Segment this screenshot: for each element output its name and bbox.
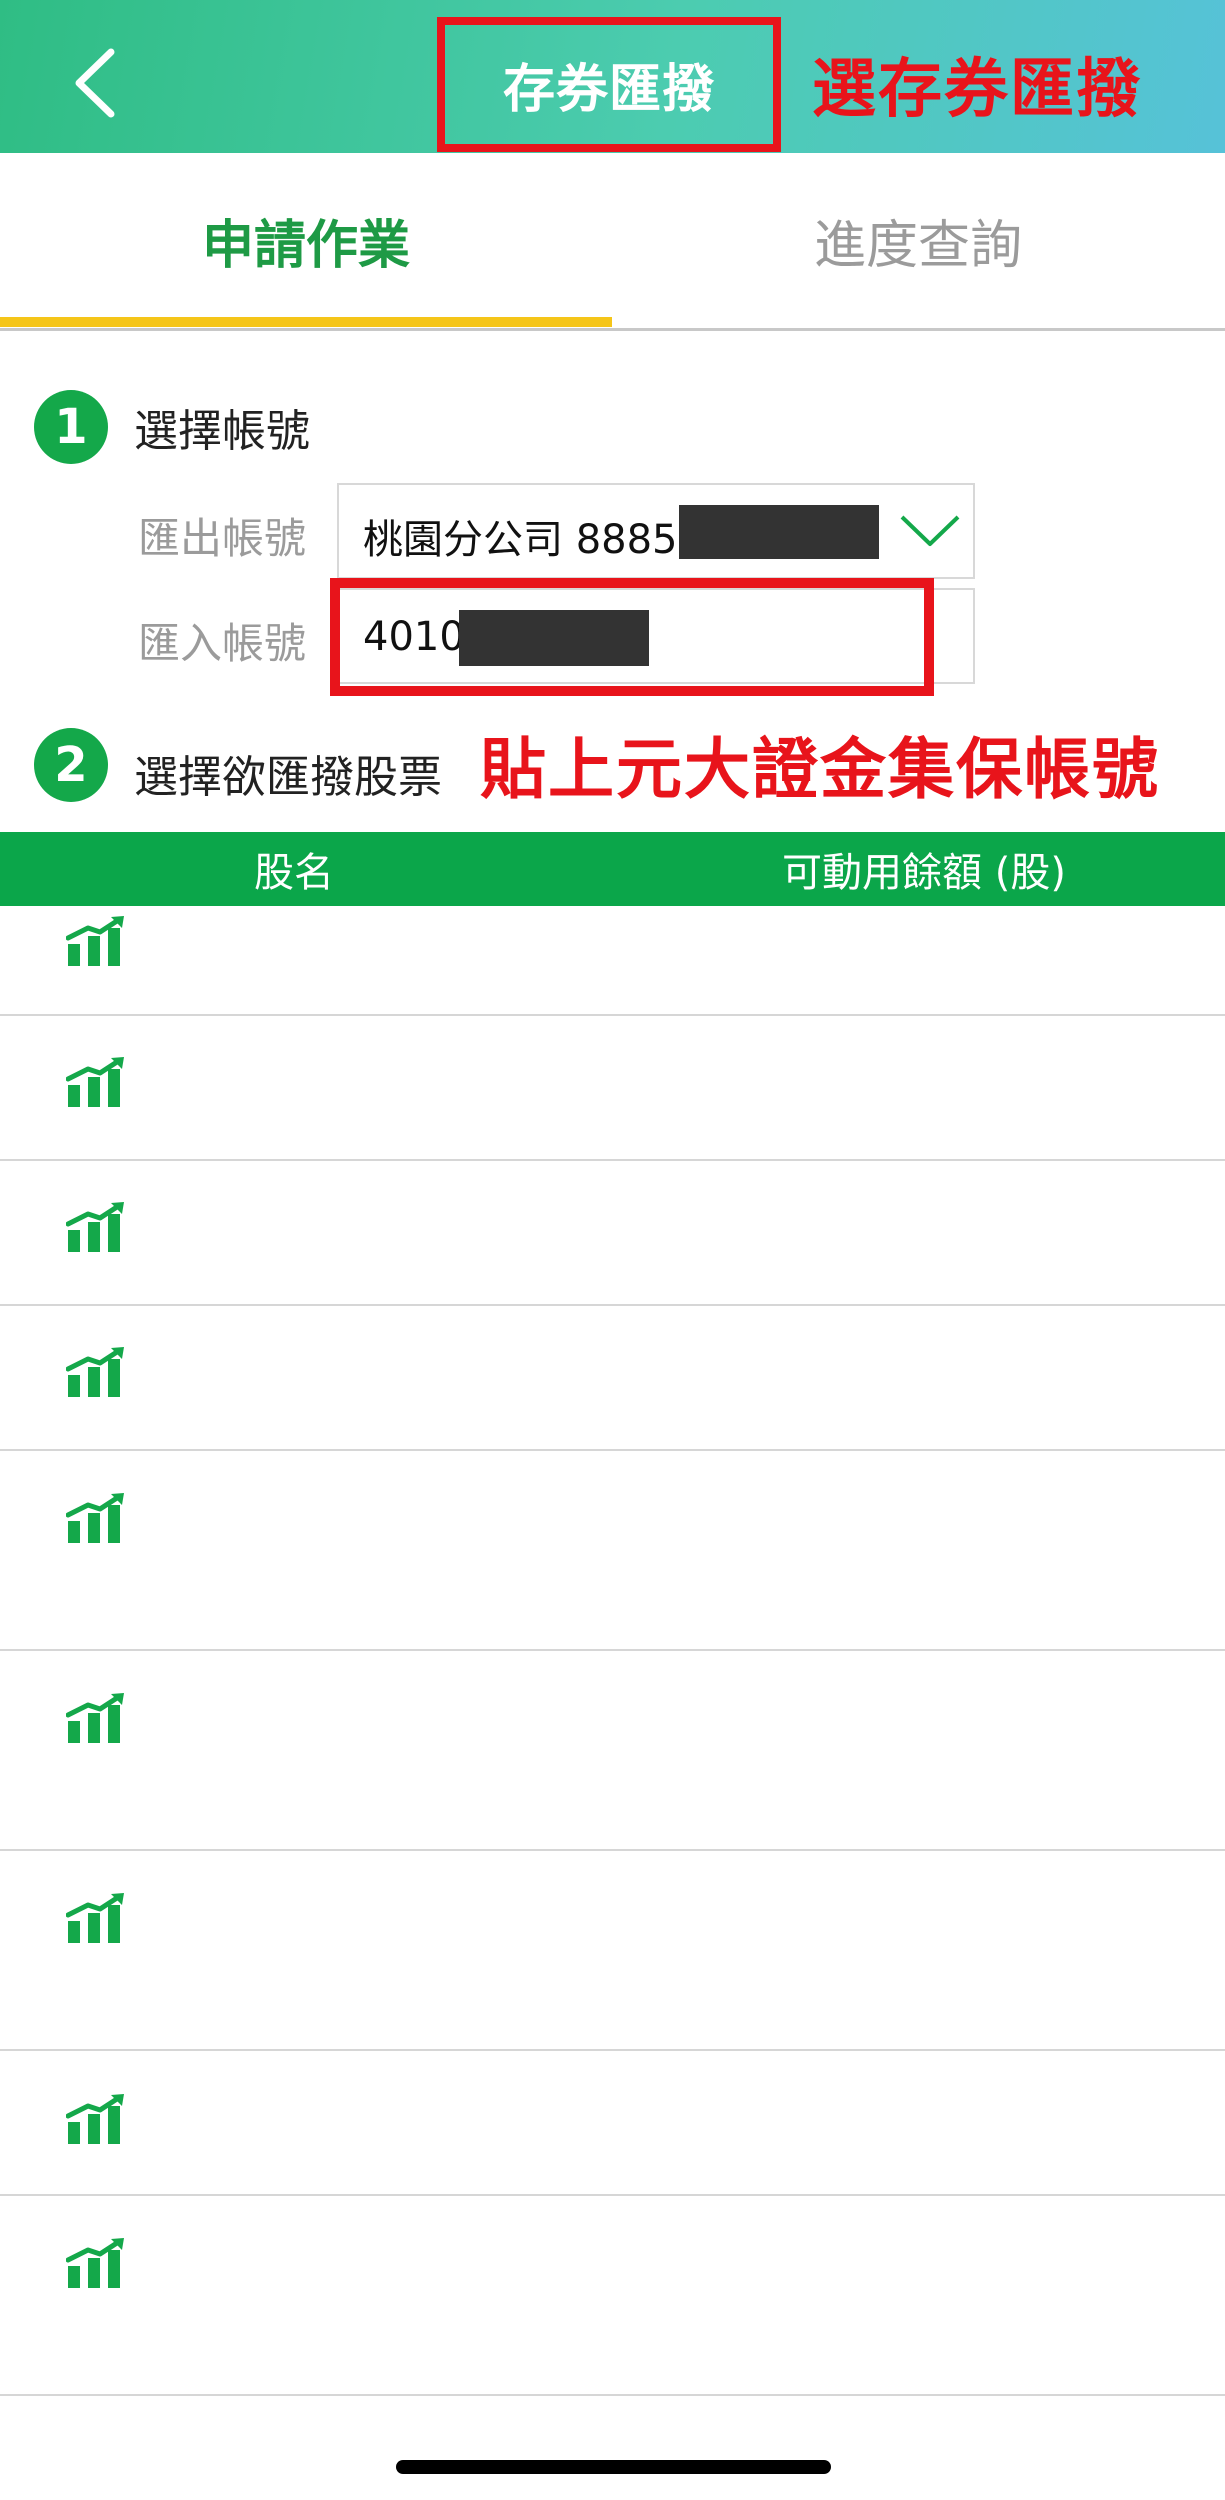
stock-row[interactable] [0,1016,1225,1161]
redacted-block [679,505,879,559]
column-stock-name: 股名 [254,850,334,896]
step-2-title: 選擇欲匯撥股票 [134,752,442,803]
stock-row[interactable] [0,1651,1225,1851]
out-account-label: 匯出帳號 [138,514,307,563]
stock-chart-icon [65,1893,128,1945]
home-indicator [396,2460,831,2474]
back-button[interactable] [55,35,135,130]
active-tab-indicator [0,317,612,327]
stock-chart-icon [65,1202,128,1254]
tab-apply[interactable]: 申請作業 [0,153,612,328]
stock-chart-icon [65,916,128,968]
stock-chart-icon [65,2238,128,2290]
stock-chart-icon [65,1057,128,1109]
in-account-label: 匯入帳號 [138,619,307,668]
stock-table-header: 股名 可動用餘額 (股) [0,832,1225,906]
stock-chart-icon [65,1493,128,1545]
annotation-select-transfer: 選存券匯撥 [812,53,1142,127]
stock-row[interactable] [0,1451,1225,1651]
stock-row[interactable] [0,1851,1225,2051]
out-account-select[interactable]: 桃園分公司 8885 [337,483,975,579]
title-highlight-box [437,17,781,152]
annotation-paste-account: 貼上元大證金集保帳號 [480,731,1160,808]
tab-bar: 申請作業 進度查詢 [0,153,1225,331]
chevron-left-icon [75,48,115,117]
app-header: 存券匯撥 選存券匯撥 [0,0,1225,153]
stock-chart-icon [65,1347,128,1399]
stock-row[interactable] [0,1306,1225,1451]
step-1-badge: 1 [34,390,108,464]
stock-row[interactable] [0,2051,1225,2196]
out-account-value: 桃園分公司 8885 [363,517,678,563]
step-2-badge: 2 [34,728,108,802]
stock-chart-icon [65,2094,128,2146]
tab-progress-query[interactable]: 進度查詢 [612,153,1224,328]
stock-row[interactable] [0,1161,1225,1306]
stock-row[interactable] [0,906,1225,1016]
step-1-title: 選擇帳號 [134,406,310,457]
column-available-balance: 可動用餘額 (股) [782,850,1066,896]
chevron-down-icon [900,515,960,546]
stock-chart-icon [65,1693,128,1745]
input-highlight-box [330,578,934,696]
stock-row[interactable] [0,2196,1225,2396]
